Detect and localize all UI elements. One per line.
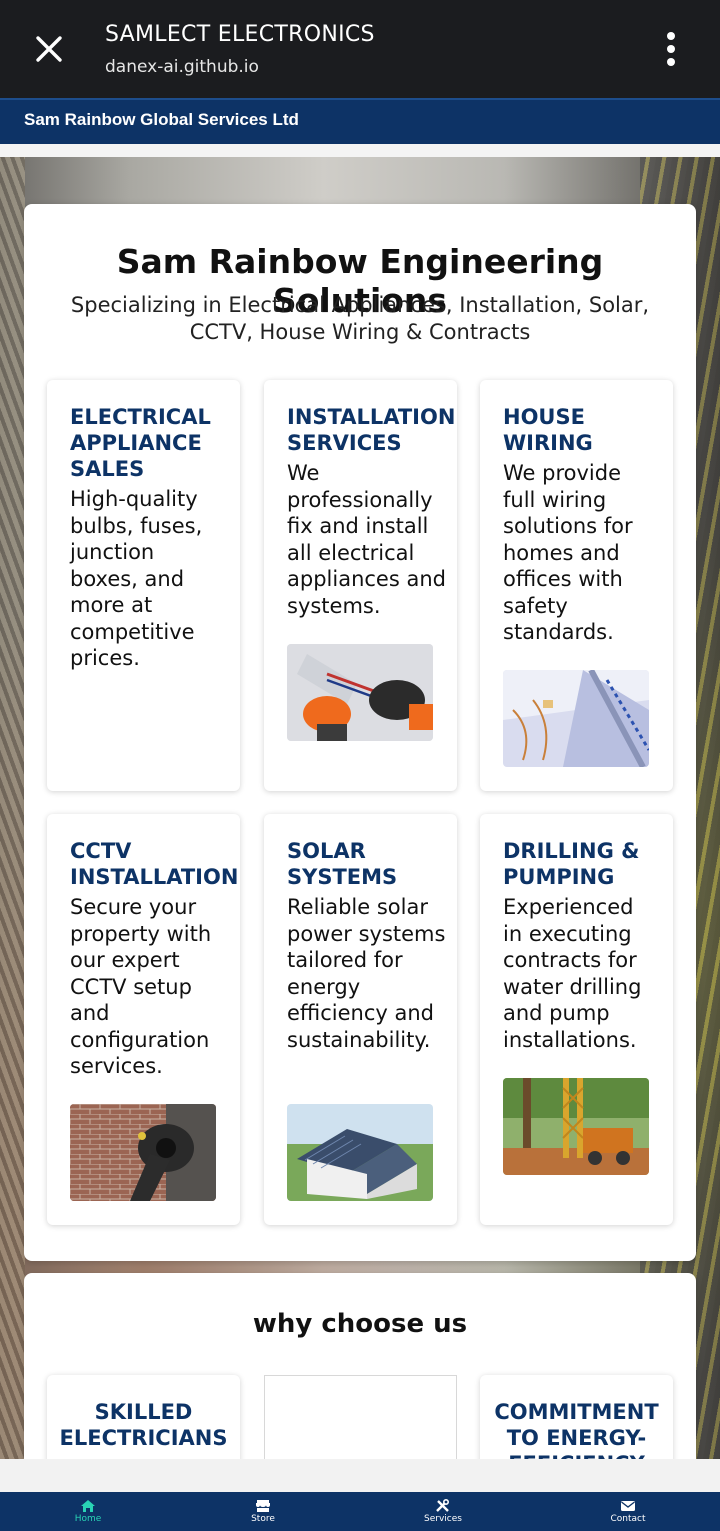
page-tagline: Specializing in Electrical Appliances, I…: [70, 293, 650, 344]
browser-page-title: SAMLECT ELECTRONICS: [105, 22, 375, 47]
browser-url[interactable]: danex-ai.github.io: [105, 57, 259, 77]
services-panel: Sam Rainbow Engineering Solutions Specia…: [24, 204, 696, 1261]
close-icon[interactable]: [22, 22, 76, 76]
envelope-icon: [621, 1501, 635, 1511]
nav-home[interactable]: Home: [38, 1492, 138, 1531]
site-header: Sam Rainbow Global Services Ltd: [0, 98, 720, 144]
tools-icon: [436, 1499, 449, 1512]
service-description: Experienced in executing contracts for w…: [503, 895, 642, 1052]
service-card: INSTALLATION SERVICES We professionally …: [264, 380, 457, 791]
store-icon: [256, 1500, 270, 1512]
why-title: why choose us: [252, 1309, 468, 1339]
service-title: DRILLING & PUMPING: [503, 839, 640, 889]
service-card: CCTV INSTALLATION Secure your property w…: [47, 814, 240, 1225]
service-title: CCTV INSTALLATION: [70, 839, 239, 889]
page-bottom-area: [0, 1459, 720, 1492]
nav-label: Contact: [610, 1514, 646, 1524]
why-card-title: SKILLED ELECTRICIANS: [59, 1400, 228, 1450]
service-title: ELECTRICAL APPLIANCE SALES: [70, 405, 211, 481]
service-description: High-quality bulbs, fuses, junction boxe…: [70, 487, 203, 670]
service-title: SOLAR SYSTEMS: [287, 839, 398, 889]
header-spacer: [0, 144, 720, 157]
nav-label: Home: [74, 1514, 102, 1524]
house-wiring-photo: [503, 670, 649, 767]
bottom-navigation: Home Store Services Contact: [0, 1492, 720, 1531]
service-description: We provide full wiring solutions for hom…: [503, 461, 633, 644]
nav-label: Store: [251, 1514, 275, 1524]
service-card: SOLAR SYSTEMS Reliable solar power syste…: [264, 814, 457, 1225]
cctv-photo: [70, 1104, 216, 1201]
more-vert-icon[interactable]: [650, 26, 692, 72]
home-icon: [81, 1500, 95, 1512]
service-card: ELECTRICAL APPLIANCE SALES High-quality …: [47, 380, 240, 791]
why-choose-us-panel: why choose us SKILLED ELECTRICIANS COMMI…: [24, 1273, 696, 1495]
installation-photo: [287, 644, 433, 741]
nav-contact[interactable]: Contact: [578, 1492, 678, 1531]
nav-label: Services: [424, 1514, 462, 1524]
service-card: DRILLING & PUMPING Experienced in execut…: [480, 814, 673, 1225]
site-brand[interactable]: Sam Rainbow Global Services Ltd: [24, 110, 299, 130]
browser-toolbar: SAMLECT ELECTRONICS danex-ai.github.io: [0, 0, 720, 98]
nav-services[interactable]: Services: [393, 1492, 493, 1531]
service-title: HOUSE WIRING: [503, 405, 593, 455]
service-title: INSTALLATION SERVICES: [287, 405, 456, 455]
drilling-photo: [503, 1078, 649, 1175]
service-description: We professionally fix and install all el…: [287, 461, 446, 618]
solar-photo: [287, 1104, 433, 1201]
nav-store[interactable]: Store: [213, 1492, 313, 1531]
service-description: Reliable solar power systems tailored fo…: [287, 895, 446, 1052]
service-description: Secure your property with our expert CCT…: [70, 895, 212, 1078]
service-card: HOUSE WIRING We provide full wiring solu…: [480, 380, 673, 791]
